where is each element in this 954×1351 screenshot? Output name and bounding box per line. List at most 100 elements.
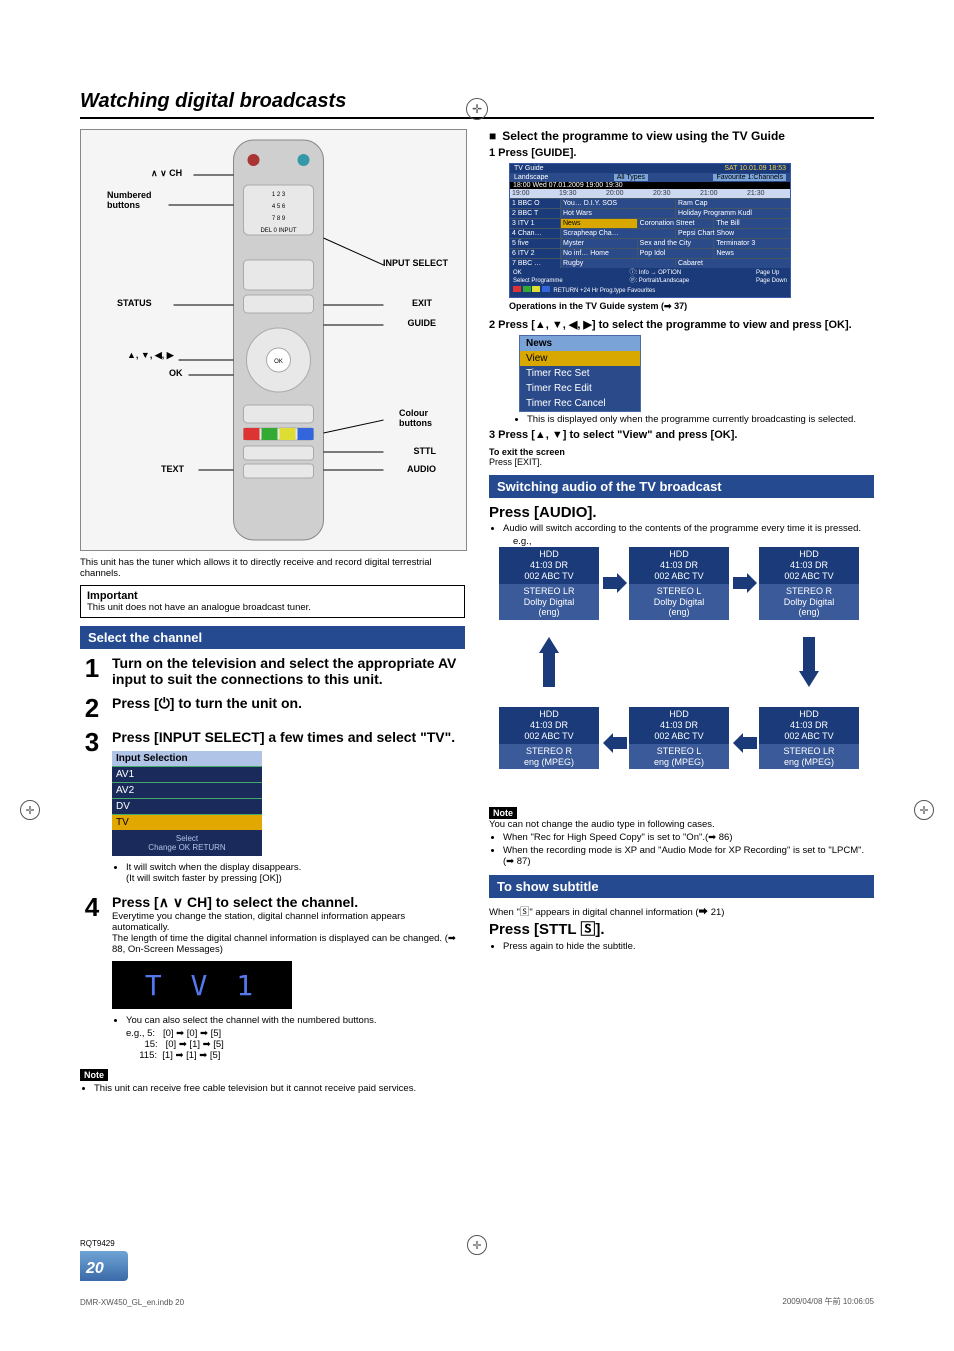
g-r0-p0: You… D.I.Y. SOS	[560, 198, 675, 208]
aud-1: HDD 41:03 DR 002 ABC TV STEREO LR Dolby …	[499, 547, 599, 620]
guide-t1: 19:30	[559, 190, 600, 197]
left-column: 1 2 3 4 5 6 7 8 9 DEL 0 INPUT OK	[80, 129, 465, 1096]
step-4-bullets: You can also select the channel with the…	[112, 1015, 465, 1026]
aud-2: HDD 41:03 DR 002 ABC TV STEREO L Dolby D…	[629, 547, 729, 620]
audio-head: Press [AUDIO].	[489, 504, 874, 521]
important-text: This unit does not have an analogue broa…	[87, 602, 458, 613]
step-4-p1: Everytime you change the station, digita…	[112, 911, 465, 933]
important-box: Important This unit does not have an ana…	[80, 585, 465, 618]
label-exit: EXIT	[412, 298, 432, 308]
guide-ops-link: Operations in the TV Guide system (➡ 37)	[509, 301, 874, 312]
guide-t3: 20:30	[653, 190, 694, 197]
guide-datetime: SAT 10.01.09 18:53	[724, 165, 786, 172]
step-3-b1-text: It will switch when the display disappea…	[126, 862, 301, 873]
g-r2-ch: 3 ITV 1	[510, 218, 560, 228]
sub-p1-pre: When "	[489, 907, 520, 918]
note-1-label: Note	[80, 1069, 108, 1081]
exit-text: Press [EXIT].	[489, 457, 874, 467]
note-1-text: This unit can receive free cable televis…	[94, 1083, 465, 1094]
eg-label2: e.g.,	[513, 536, 874, 547]
g-r4-p1: Sex and the City	[637, 238, 714, 248]
step-2-post: ] to turn the unit on.	[170, 695, 302, 711]
g-r1-p1: Holiday Programm Kudl	[675, 208, 790, 218]
section-switch-audio: Switching audio of the TV broadcast	[489, 475, 874, 498]
svg-text:DEL 0 INPUT: DEL 0 INPUT	[260, 228, 296, 234]
step-3: 3 Press [INPUT SELECT] a few times and s…	[80, 729, 465, 886]
guide-t4: 21:00	[700, 190, 741, 197]
guide-timebar: 19:00 19:30 20:00 20:30 21:00 21:30	[510, 189, 790, 198]
svg-text:7 8 9: 7 8 9	[272, 216, 286, 222]
g-r3-p0: Scrapheap Cha…	[560, 228, 675, 238]
guide-heading: ■ Select the programme to view using the…	[489, 129, 874, 143]
label-numbered: Numbered buttons	[107, 190, 152, 210]
aud-4-top: HDD 41:03 DR 002 ABC TV	[499, 707, 599, 743]
guide-head-text: Select the programme to view using the T…	[502, 129, 785, 143]
input-sel-change: Change	[148, 843, 176, 852]
audio-cycle: HDD 41:03 DR 002 ABC TV STEREO LR Dolby …	[489, 547, 874, 807]
footer-left: DMR-XW450_GL_en.indb 20	[80, 1298, 184, 1307]
arrow-left-2	[603, 733, 627, 753]
power-icon: ⏻	[159, 695, 170, 711]
aud-3-bot: STEREO R Dolby Digital (eng)	[759, 584, 859, 620]
aud-1-bot: STEREO LR Dolby Digital (eng)	[499, 584, 599, 620]
guide-t5: 21:30	[747, 190, 788, 197]
section-select-channel: Select the channel	[80, 626, 465, 649]
crop-mark-left: ✛	[20, 800, 40, 820]
aud-2-top: HDD 41:03 DR 002 ABC TV	[629, 547, 729, 583]
label-colour: Colour buttons	[399, 408, 432, 428]
svg-text:1 2 3: 1 2 3	[272, 192, 286, 198]
g-r0-ch: 1 BBC O	[510, 198, 560, 208]
g-r1-ch: 2 BBC T	[510, 208, 560, 218]
aud-5-bot: STEREO L eng (MPEG)	[629, 744, 729, 770]
g-r6-p1: Cabaret	[675, 258, 790, 268]
ctx-set: Timer Rec Set	[520, 366, 640, 381]
page-number-badge: RQT9429 20	[80, 1251, 128, 1281]
ok-icon: OK	[179, 843, 193, 852]
label-arrows: ▲, ▼, ◀, ▶	[127, 350, 174, 361]
step-1-number: 1	[80, 655, 104, 681]
guide-step-2: 2 Press [▲, ▼, ◀, ▶] to select the progr…	[489, 318, 874, 331]
aud-1-top: HDD 41:03 DR 002 ABC TV	[499, 547, 599, 583]
g-r3-p1: Pepsi Chart Show	[675, 228, 790, 238]
guide-alltypes: All Types	[614, 174, 648, 181]
guide-title: TV Guide	[514, 165, 544, 172]
step-1-head: Turn on the television and select the ap…	[112, 655, 465, 687]
sub-p1-post: " appears in digital channel information…	[529, 907, 724, 918]
g-r4-p0: Myster	[560, 238, 637, 248]
step-4: 4 Press [∧ ∨ CH] to select the channel. …	[80, 894, 465, 1061]
g-r4-p2: Terminator 3	[713, 238, 790, 248]
step-3-bullets: It will switch when the display disappea…	[112, 862, 465, 884]
crop-mark-bottom: ✛	[467, 1235, 487, 1255]
step-4-number: 4	[80, 894, 104, 920]
ctx-note: This is displayed only when the programm…	[527, 414, 874, 425]
aud-4: HDD 41:03 DR 002 ABC TV STEREO R eng (MP…	[499, 707, 599, 769]
guide-landscape: Landscape	[514, 174, 548, 181]
ctx-view: View	[520, 351, 640, 366]
g-r2-p0: News	[560, 218, 637, 228]
g-r3-ch: 4 Chan…	[510, 228, 560, 238]
label-sttl: STTL	[414, 446, 437, 456]
intro-text: This unit has the tuner which allows it …	[80, 557, 465, 579]
label-guide: GUIDE	[407, 318, 436, 328]
eg-15l: 15:	[144, 1039, 157, 1050]
g-r1-p0: Hot Wars	[560, 208, 675, 218]
footer-right: 2009/04/08 午前 10:06:05	[782, 1296, 874, 1307]
right-column: ■ Select the programme to view using the…	[489, 129, 874, 1096]
guide-footer: OK Select Programme ⓘ: Info → OPTION ⓟ: …	[510, 268, 790, 297]
step-3-b1-sub: (It will switch faster by pressing [OK])	[126, 873, 282, 884]
guide-wedline: 18:00 Wed 07.01.2009 19:00 19:30	[510, 182, 790, 189]
step-2-number: 2	[80, 695, 104, 721]
label-text: TEXT	[161, 464, 184, 474]
input-sel-select: Select	[176, 834, 198, 843]
guide-t0: 19:00	[512, 190, 553, 197]
arrow-left-1	[733, 733, 757, 753]
guide-t2: 20:00	[606, 190, 647, 197]
ctx-edit: Timer Rec Edit	[520, 381, 640, 396]
aud-3-top: HDD 41:03 DR 002 ABC TV	[759, 547, 859, 583]
label-audio: AUDIO	[407, 464, 436, 474]
footer-file: DMR-XW450_GL_en.indb 20	[80, 1298, 184, 1307]
step-1: 1 Turn on the television and select the …	[80, 655, 465, 687]
step-2-head: Press [⏻] to turn the unit on.	[112, 695, 465, 712]
step-4-examples: e.g., 5: [0] ➡ [0] ➡ [5] 15: [0] ➡ [1] ➡…	[112, 1028, 465, 1061]
aud-6-top: HDD 41:03 DR 002 ABC TV	[759, 707, 859, 743]
